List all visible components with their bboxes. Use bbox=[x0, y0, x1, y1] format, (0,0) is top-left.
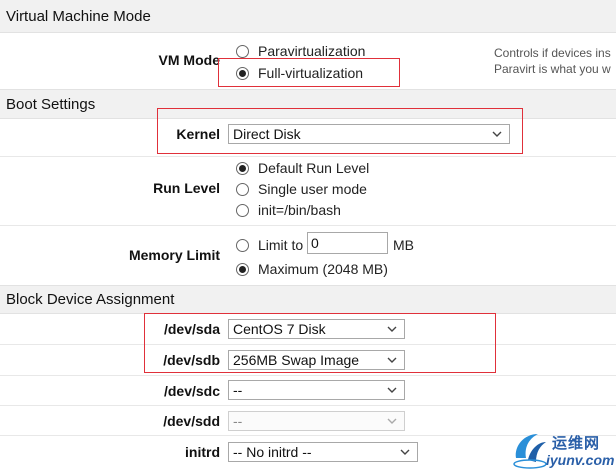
radio-default-run-level-label: Default Run Level bbox=[258, 160, 370, 176]
watermark: 运维网 iyunv.com bbox=[508, 428, 616, 474]
radio-init-bin-bash-button[interactable] bbox=[236, 203, 249, 217]
radio-init-bin-bash[interactable]: init=/bin/bash bbox=[236, 202, 341, 218]
watermark-domain: iyunv.com bbox=[546, 452, 615, 468]
radio-default-run-level[interactable]: Default Run Level bbox=[236, 160, 369, 176]
radio-paravirtualization-button[interactable] bbox=[236, 44, 249, 58]
vm-mode-help-line1: Controls if devices ins bbox=[494, 46, 611, 60]
vm-mode-label: VM Mode bbox=[158, 52, 220, 68]
radio-limit-to-label: Limit to bbox=[258, 237, 304, 253]
radio-maximum-memory-button[interactable] bbox=[236, 262, 249, 276]
device-sdc-select[interactable]: -- bbox=[228, 380, 405, 400]
section-header-block: Block Device Assignment bbox=[0, 285, 616, 314]
initrd-value: -- No initrd -- bbox=[233, 444, 312, 460]
radio-default-run-level-button[interactable] bbox=[236, 161, 249, 175]
radio-single-user-mode[interactable]: Single user mode bbox=[236, 181, 367, 197]
chevron-down-icon bbox=[387, 416, 397, 426]
memory-limit-label: Memory Limit bbox=[128, 247, 220, 263]
memory-limit-unit: MB bbox=[393, 237, 414, 253]
highlight-box-devices bbox=[144, 313, 496, 373]
memory-limit-input[interactable]: 0 bbox=[307, 232, 388, 254]
radio-init-bin-bash-label: init=/bin/bash bbox=[258, 202, 341, 218]
vm-mode-help-line2: Paravirt is what you w bbox=[494, 62, 611, 76]
device-sdd-value: -- bbox=[233, 413, 243, 429]
run-level-label: Run Level bbox=[153, 180, 220, 196]
radio-single-user-mode-label: Single user mode bbox=[258, 181, 367, 197]
radio-single-user-mode-button[interactable] bbox=[236, 182, 249, 196]
section-header-vm-mode: Virtual Machine Mode bbox=[0, 0, 616, 33]
watermark-logo-icon bbox=[513, 434, 547, 469]
device-sdd-select[interactable]: -- bbox=[228, 411, 405, 431]
radio-paravirtualization[interactable]: Paravirtualization bbox=[236, 43, 365, 59]
radio-maximum-memory[interactable]: Maximum (2048 MB) bbox=[236, 261, 388, 277]
chevron-down-icon bbox=[387, 385, 397, 395]
initrd-select[interactable]: -- No initrd -- bbox=[228, 442, 418, 462]
radio-paravirtualization-label: Paravirtualization bbox=[258, 43, 366, 59]
device-sdd-label: /dev/sdd bbox=[163, 413, 220, 429]
radio-limit-to-button[interactable] bbox=[236, 238, 249, 252]
watermark-chinese: 运维网 bbox=[552, 435, 601, 452]
chevron-down-icon bbox=[400, 447, 410, 457]
device-sdc-value: -- bbox=[233, 382, 243, 398]
radio-limit-to[interactable]: Limit to bbox=[236, 237, 303, 253]
initrd-label: initrd bbox=[185, 444, 220, 460]
highlight-box-kernel bbox=[157, 108, 523, 154]
radio-maximum-memory-label: Maximum (2048 MB) bbox=[258, 261, 388, 277]
highlight-box-vm-mode bbox=[218, 58, 400, 87]
device-sdc-label: /dev/sdc bbox=[163, 383, 220, 399]
